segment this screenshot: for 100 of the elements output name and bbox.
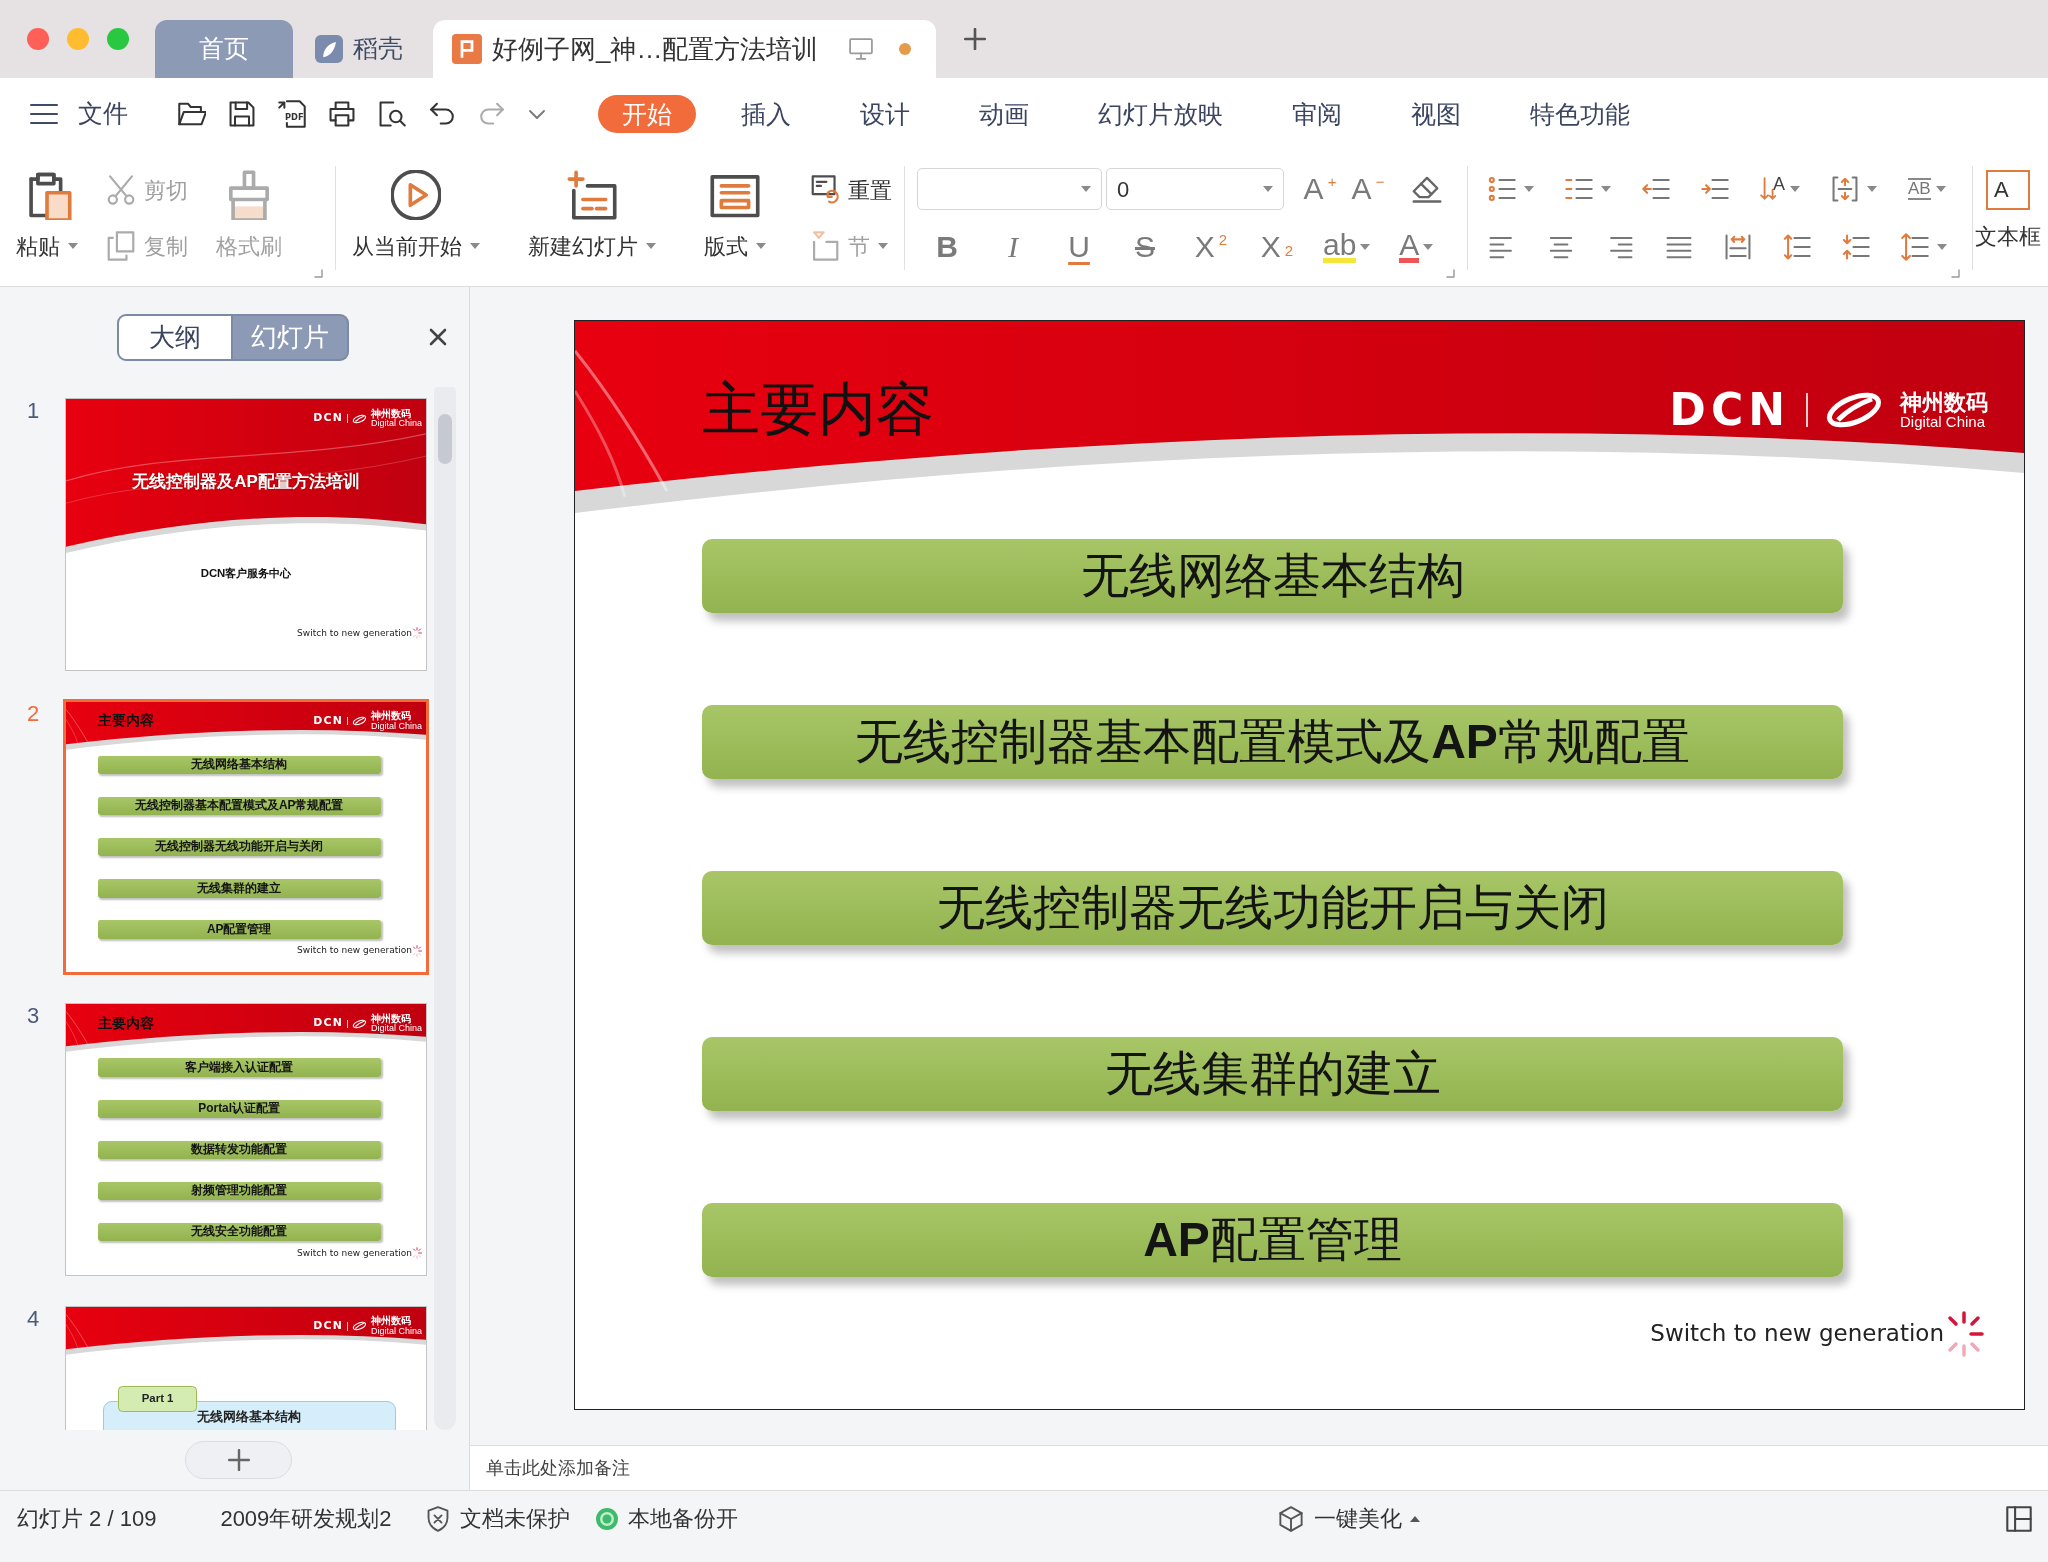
add-slide-button[interactable] bbox=[185, 1441, 292, 1479]
shrink-font-button[interactable]: A$^{−}$ bbox=[1348, 169, 1388, 209]
monitor-icon[interactable] bbox=[849, 38, 874, 60]
agenda-item: 无线控制器基本配置模式及AP常规配置 bbox=[97, 796, 381, 816]
section-title: 无线网络基本结构 bbox=[196, 1411, 303, 1425]
slide-number: 3 bbox=[26, 1003, 41, 1028]
backup-status-icon bbox=[595, 1507, 618, 1530]
ribbon-tab[interactable]: 动画 bbox=[955, 95, 1053, 133]
logo-subtitle: Digital China bbox=[370, 721, 422, 732]
caret-down-icon bbox=[1423, 244, 1434, 250]
ribbon-tab[interactable]: 审阅 bbox=[1268, 95, 1366, 133]
docer-tab[interactable]: 稻壳 bbox=[305, 20, 413, 78]
slide-thumbnail[interactable]: DCN 神州数码 Digital China 无线控制器及AP配置方法培训 DCN客户服务中心 Switch to new generation bbox=[65, 398, 427, 671]
close-icon[interactable] bbox=[429, 328, 447, 346]
slide-title: 主要内容 bbox=[97, 1015, 154, 1032]
new-slide-button[interactable]: 新建幻灯片 bbox=[524, 150, 660, 262]
logo-subtitle: Digital China bbox=[370, 1024, 422, 1034]
grow-font-button[interactable]: A$^{+}$ bbox=[1300, 169, 1340, 209]
logo-name: 神州数码 bbox=[370, 1013, 412, 1025]
distribute-icon[interactable] bbox=[1724, 233, 1752, 261]
magnifier-document-icon[interactable] bbox=[378, 100, 406, 128]
window-close-icon[interactable] bbox=[27, 28, 49, 50]
text-fit-button[interactable]: AB bbox=[1908, 177, 1946, 201]
ribbon-tab[interactable]: 幻灯片放映 bbox=[1074, 95, 1247, 133]
backup-status[interactable]: 本地备份开 bbox=[627, 1502, 738, 1535]
caret-up-icon bbox=[1409, 1515, 1420, 1522]
highlight-button[interactable]: ab bbox=[1323, 227, 1371, 267]
font-size-field[interactable]: 0 bbox=[1106, 168, 1284, 210]
view-tab[interactable]: 大纲 bbox=[117, 313, 233, 361]
file-menu[interactable]: 文件 bbox=[78, 95, 128, 133]
sparkle-icon bbox=[412, 1247, 422, 1260]
font-color-button[interactable]: A bbox=[1396, 227, 1437, 267]
logo-name: 神州数码 bbox=[370, 1316, 411, 1327]
logo-name: 神州数码 bbox=[1900, 390, 1988, 414]
layout-button[interactable]: 版式 bbox=[700, 150, 770, 262]
caret-down-icon[interactable] bbox=[1937, 244, 1947, 250]
leaf-icon bbox=[315, 35, 343, 63]
italic-button[interactable]: I bbox=[993, 227, 1033, 267]
slide-thumbnail[interactable]: 主要内容 DCN 神州数码 Digital China 客户端接入认证配置 Portal认证配置 数据转发功能配置 射频管理功能配置 无线安全功能配置 Switch to new generation bbox=[65, 1003, 427, 1276]
undo-icon[interactable] bbox=[428, 100, 456, 128]
swirl-logo-icon bbox=[352, 716, 367, 727]
caret-down-icon bbox=[878, 243, 888, 249]
vertical-align-icon[interactable] bbox=[1831, 175, 1859, 203]
slide-thumbnail[interactable]: DCN 神州数码 Digital China Part 1 无线网络基本结构 bbox=[65, 1305, 427, 1430]
document-tab[interactable]: 好例子网_神…配置方法培训 bbox=[433, 20, 937, 78]
underline-button[interactable]: U bbox=[1059, 227, 1099, 267]
line-spacing-icon[interactable] bbox=[1842, 233, 1870, 261]
caret-down-icon[interactable] bbox=[1081, 186, 1091, 192]
ribbon-tab[interactable]: 特色功能 bbox=[1506, 95, 1654, 133]
superscript-button[interactable]: X$^{2}$ bbox=[1191, 227, 1231, 267]
caret-down-icon[interactable] bbox=[1524, 186, 1534, 192]
logo-text: DCN bbox=[313, 1320, 344, 1332]
line-spacing-icon[interactable] bbox=[1901, 233, 1929, 261]
agenda-item: 无线安全功能配置 bbox=[97, 1223, 381, 1242]
caret-down-icon[interactable] bbox=[1867, 186, 1877, 192]
font-name-field[interactable] bbox=[917, 168, 1102, 210]
paste-button[interactable]: 粘贴 bbox=[12, 150, 82, 262]
bullet-list-icon[interactable] bbox=[1488, 175, 1516, 203]
tagline-text: Switch to new generation bbox=[297, 1248, 412, 1259]
shield-icon bbox=[425, 1505, 450, 1532]
menu-icon[interactable] bbox=[30, 103, 58, 125]
scissors-icon bbox=[106, 175, 136, 205]
tagline-text: Switch to new generation bbox=[1650, 1320, 1944, 1348]
logo-text: DCN bbox=[313, 413, 344, 425]
ribbon-tab[interactable]: 设计 bbox=[836, 95, 934, 133]
template-name[interactable]: 2009年研发规划2 bbox=[220, 1502, 392, 1535]
agenda-item: 无线控制器无线功能开启与关闭 bbox=[702, 871, 1843, 945]
ribbon-tab[interactable]: 插入 bbox=[717, 95, 815, 133]
plus-icon[interactable] bbox=[964, 28, 987, 50]
agenda-item: 无线集群的建立 bbox=[97, 879, 381, 898]
agenda-item: 客户端接入认证配置 bbox=[97, 1058, 381, 1077]
strikethrough-button[interactable]: S bbox=[1125, 227, 1165, 267]
printer-icon[interactable] bbox=[328, 100, 356, 128]
agenda-item: 无线控制器无线功能开启与关闭 bbox=[97, 838, 381, 857]
play-button[interactable]: 从当前开始 bbox=[348, 150, 484, 262]
logo-subtitle: Digital China bbox=[1900, 413, 1986, 430]
reset-slide-icon bbox=[810, 175, 840, 205]
chevron-down-icon[interactable] bbox=[528, 108, 546, 120]
scrollbar-thumb[interactable] bbox=[438, 414, 452, 464]
reset-button[interactable]: 重置 bbox=[810, 170, 892, 210]
ribbon-tab[interactable]: 视图 bbox=[1387, 95, 1485, 133]
line-spacing-icon[interactable] bbox=[1783, 233, 1811, 261]
notes-field[interactable]: 单击此处添加备注 bbox=[486, 1454, 630, 1482]
slide-thumbnail[interactable]: 主要内容 DCN 神州数码 Digital China 无线网络基本结构 无线控制器基本配置模式及AP常规配置 无线控制器无线功能开启与关闭 无线集群的建立 AP配置管理 Switch to new generation bbox=[63, 698, 429, 976]
panel-layout-icon[interactable] bbox=[2006, 1505, 2032, 1532]
logo-text: DCN bbox=[313, 715, 344, 727]
logo-subtitle: Digital China bbox=[370, 419, 422, 429]
caret-down-icon[interactable] bbox=[1601, 186, 1611, 192]
text-direction-button[interactable]: A bbox=[1760, 176, 1800, 202]
eraser-icon[interactable] bbox=[1412, 175, 1442, 203]
swirl-logo-icon bbox=[352, 413, 367, 424]
beautify-button[interactable]: 一键美化 bbox=[1313, 1502, 1420, 1535]
caret-down-icon[interactable] bbox=[1263, 186, 1273, 192]
bold-button[interactable]: B bbox=[927, 227, 967, 267]
folder-icon[interactable] bbox=[178, 100, 206, 128]
agenda-item: 无线控制器基本配置模式及AP常规配置 bbox=[702, 705, 1843, 779]
agenda-item: AP配置管理 bbox=[97, 920, 381, 939]
logo-name: 神州数码 bbox=[370, 711, 412, 722]
protection-status[interactable]: 文档未保护 bbox=[459, 1502, 570, 1535]
textbox-button[interactable]: A 文本框 bbox=[1975, 150, 2041, 286]
